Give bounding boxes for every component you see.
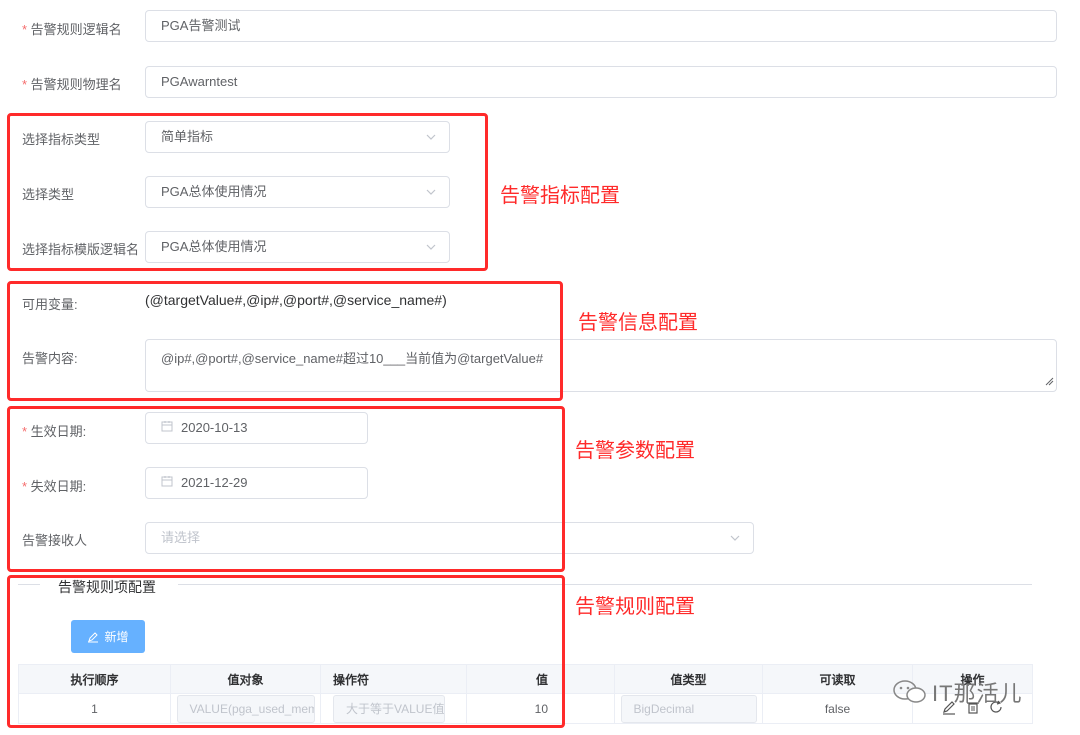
physical-name-input[interactable]: PGAwarntest (145, 66, 1057, 98)
cell-readable: false (762, 693, 913, 724)
wechat-icon (892, 679, 928, 711)
header-value-type: 值类型 (614, 664, 763, 694)
value-type-input[interactable]: BigDecimal (620, 694, 757, 723)
resize-handle-icon[interactable] (1045, 374, 1054, 389)
params-annotation: 告警参数配置 (575, 440, 695, 462)
params-highlight-box (7, 406, 565, 572)
logic-name-label: 告警规则逻辑名 (22, 19, 122, 38)
info-highlight-box (7, 281, 563, 401)
indicator-annotation: 告警指标配置 (500, 185, 620, 207)
watermark: IT那活儿 (892, 676, 1023, 711)
rules-annotation: 告警规则配置 (575, 596, 695, 618)
indicator-highlight-box (7, 113, 488, 271)
info-annotation: 告警信息配置 (578, 312, 698, 334)
rules-highlight-box (7, 575, 565, 728)
physical-name-label: 告警规则物理名 (22, 74, 122, 93)
logic-name-input[interactable]: PGA告警测试 (145, 10, 1057, 42)
chevron-down-icon (729, 532, 741, 544)
header-readable: 可读取 (762, 664, 913, 694)
